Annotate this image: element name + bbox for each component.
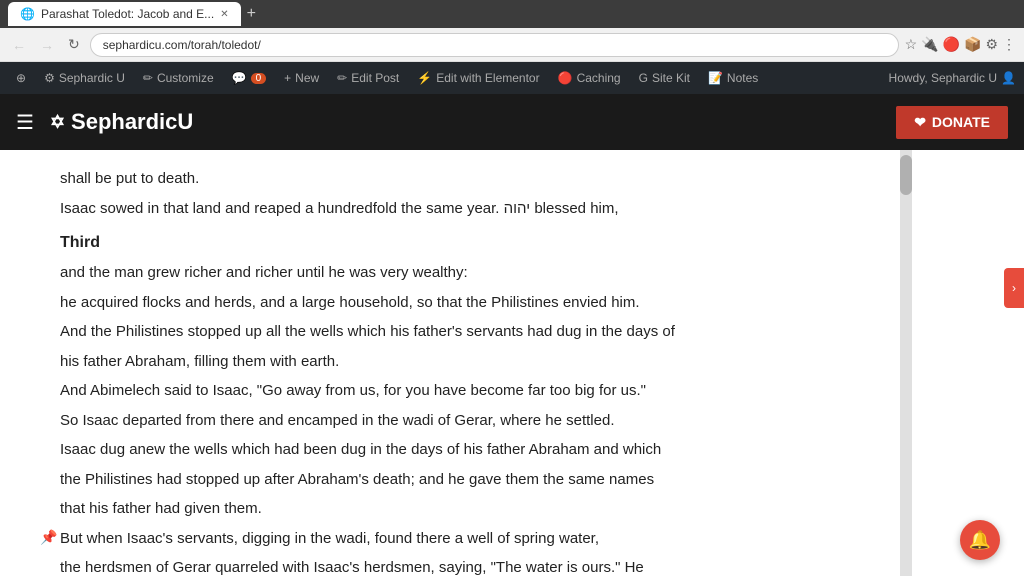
content-text: the herdsmen of Gerar quarreled with Isa… bbox=[60, 555, 840, 576]
text-line: and the man grew richer and richer until… bbox=[60, 260, 840, 286]
donate-label: DONATE bbox=[932, 114, 990, 130]
text-line: 📌But when Isaac's servants, digging in t… bbox=[60, 526, 840, 552]
text-line: So Isaac departed from there and encampe… bbox=[60, 408, 840, 434]
menu-icon[interactable]: ⋮ bbox=[1002, 36, 1016, 53]
extension-icon-4[interactable]: ⚙ bbox=[985, 36, 998, 53]
text-line: And the Philistines stopped up all the w… bbox=[60, 319, 840, 345]
wp-howdy: Howdy, Sephardic U 👤 bbox=[889, 71, 1016, 85]
tab-close-button[interactable]: ✕ bbox=[220, 9, 228, 20]
customize-label: Customize bbox=[157, 71, 214, 85]
pin-icon: 📌 bbox=[40, 526, 57, 550]
content-text: So Isaac departed from there and encampe… bbox=[60, 408, 840, 434]
scrollbar-thumb[interactable] bbox=[900, 155, 912, 195]
heart-icon: ❤ bbox=[914, 114, 926, 131]
howdy-text: Howdy, Sephardic U bbox=[889, 71, 998, 85]
tab-title: Parashat Toledot: Jacob and E... bbox=[41, 7, 214, 21]
notes-icon: 📝 bbox=[708, 71, 723, 85]
sitekit-icon: G bbox=[639, 71, 648, 85]
text-line: that his father had given them. bbox=[60, 496, 840, 522]
bookmark-icon[interactable]: ☆ bbox=[905, 36, 918, 53]
tab-favicon: 🌐 bbox=[20, 7, 35, 21]
extension-icon-3[interactable]: 📦 bbox=[964, 36, 981, 53]
donate-button[interactable]: ❤ DONATE bbox=[896, 106, 1008, 139]
content-area: shall be put to death. Isaac sowed in tha… bbox=[0, 150, 1024, 576]
content-text: And the Philistines stopped up all the w… bbox=[60, 319, 840, 345]
url-bar[interactable] bbox=[90, 33, 899, 57]
content-text: shall be put to death. bbox=[60, 166, 840, 192]
site-header-left: ☰ ✡ SephardicU bbox=[16, 109, 193, 135]
text-line: Isaac dug anew the wells which had been … bbox=[60, 437, 840, 463]
content-text: But when Isaac's servants, digging in th… bbox=[60, 526, 840, 552]
notification-bell-button[interactable]: 🔔 bbox=[960, 520, 1000, 560]
logo-icon: ✡ bbox=[50, 112, 65, 133]
active-tab[interactable]: 🌐 Parashat Toledot: Jacob and E... ✕ bbox=[8, 2, 241, 26]
new-label: New bbox=[295, 71, 319, 85]
site-logo: ✡ SephardicU bbox=[50, 109, 193, 135]
sitekit-label: Site Kit bbox=[652, 71, 690, 85]
edit-post-icon: ✏ bbox=[337, 71, 347, 85]
content-text: and the man grew richer and richer until… bbox=[60, 260, 840, 286]
wp-site-icon: ⚙ bbox=[44, 71, 55, 85]
avatar: 👤 bbox=[1001, 71, 1016, 85]
wp-notes-item[interactable]: 📝 Notes bbox=[700, 62, 766, 94]
hamburger-menu-button[interactable]: ☰ bbox=[16, 110, 34, 135]
wp-new-item[interactable]: + New bbox=[276, 62, 327, 94]
reload-button[interactable]: ↻ bbox=[64, 34, 84, 55]
text-line: the herdsmen of Gerar quarreled with Isa… bbox=[60, 555, 840, 576]
wp-customize-item[interactable]: ✏ Customize bbox=[135, 62, 222, 94]
section-heading: Third bbox=[60, 229, 840, 256]
content-text: Isaac sowed in that land and reaped a hu… bbox=[60, 196, 840, 222]
content-text: And Abimelech said to Isaac, "Go away fr… bbox=[60, 378, 840, 404]
text-line: shall be put to death. bbox=[60, 166, 840, 192]
content-text: his father Abraham, filling them with ea… bbox=[60, 349, 840, 375]
edit-post-label: Edit Post bbox=[351, 71, 399, 85]
content-text: that his father had given them. bbox=[60, 496, 840, 522]
wp-sitekit-item[interactable]: G Site Kit bbox=[631, 62, 698, 94]
site-header: ☰ ✡ SephardicU ❤ DONATE bbox=[0, 94, 1024, 150]
browser-toolbar: ← → ↻ ☆ 🔌 🔴 📦 ⚙ ⋮ bbox=[0, 28, 1024, 62]
customize-icon: ✏ bbox=[143, 71, 153, 85]
text-line: his father Abraham, filling them with ea… bbox=[60, 349, 840, 375]
wp-logo-item[interactable]: ⊕ bbox=[8, 62, 34, 94]
side-notification[interactable]: › bbox=[1004, 268, 1024, 308]
extension-icon-2[interactable]: 🔴 bbox=[943, 36, 960, 53]
wp-admin-bar: ⊕ ⚙ Sephardic U ✏ Customize 💬 0 + New ✏ … bbox=[0, 62, 1024, 94]
new-icon: + bbox=[284, 71, 291, 85]
text-line: Isaac sowed in that land and reaped a hu… bbox=[60, 196, 840, 222]
new-tab-button[interactable]: + bbox=[247, 5, 256, 23]
caching-label: Caching bbox=[577, 71, 621, 85]
wp-caching-item[interactable]: 🔴 Caching bbox=[550, 62, 629, 94]
logo-text: SephardicU bbox=[71, 109, 193, 135]
content-text: Isaac dug anew the wells which had been … bbox=[60, 437, 840, 463]
content-text: he acquired flocks and herds, and a larg… bbox=[60, 290, 840, 316]
wp-comments-item[interactable]: 💬 0 bbox=[224, 62, 275, 94]
wp-elementor-item[interactable]: ⚡ Edit with Elementor bbox=[409, 62, 547, 94]
comments-badge: 0 bbox=[251, 73, 267, 84]
extension-icon-1[interactable]: 🔌 bbox=[921, 36, 938, 53]
comments-icon: 💬 bbox=[232, 71, 247, 85]
content-text: the Philistines had stopped up after Abr… bbox=[60, 467, 840, 493]
wp-site-label: Sephardic U bbox=[59, 71, 125, 85]
text-line: And Abimelech said to Isaac, "Go away fr… bbox=[60, 378, 840, 404]
forward-button[interactable]: → bbox=[36, 35, 58, 55]
back-button[interactable]: ← bbox=[8, 35, 30, 55]
wp-logo-icon: ⊕ bbox=[16, 71, 26, 85]
wp-site-name-item[interactable]: ⚙ Sephardic U bbox=[36, 62, 133, 94]
text-line: the Philistines had stopped up after Abr… bbox=[60, 467, 840, 493]
tab-bar: 🌐 Parashat Toledot: Jacob and E... ✕ + bbox=[0, 0, 1024, 28]
text-line: he acquired flocks and herds, and a larg… bbox=[60, 290, 840, 316]
main-content: shall be put to death. Isaac sowed in tha… bbox=[0, 150, 900, 576]
caching-icon: 🔴 bbox=[558, 71, 573, 85]
elementor-icon: ⚡ bbox=[417, 71, 432, 85]
notes-label: Notes bbox=[727, 71, 758, 85]
elementor-label: Edit with Elementor bbox=[436, 71, 539, 85]
browser-icons: ☆ 🔌 🔴 📦 ⚙ ⋮ bbox=[905, 36, 1016, 53]
scrollbar[interactable] bbox=[900, 150, 912, 576]
bell-icon: 🔔 bbox=[969, 530, 991, 551]
wp-edit-post-item[interactable]: ✏ Edit Post bbox=[329, 62, 407, 94]
